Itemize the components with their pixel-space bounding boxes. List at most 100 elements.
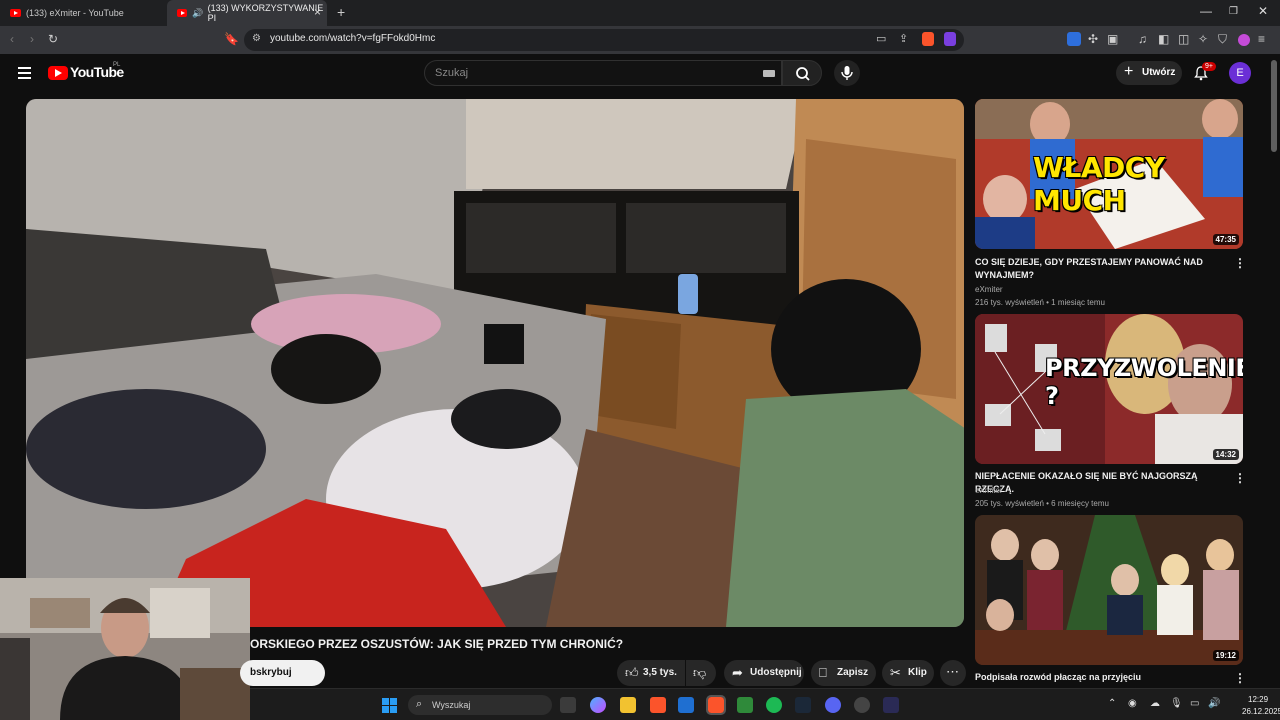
file-explorer-icon[interactable]	[620, 697, 636, 713]
clip-button[interactable]: ✂ Klip	[882, 660, 934, 686]
leo-ai-icon[interactable]: ✧	[1198, 32, 1208, 46]
youtube-favicon-icon	[10, 9, 21, 17]
windows-start-icon[interactable]	[382, 698, 397, 713]
vpn-icon[interactable]: ⛉	[1218, 32, 1227, 46]
new-tab-button[interactable]: +	[337, 4, 345, 20]
recommendation-thumbnail[interactable]: 19:12	[975, 515, 1243, 665]
search-input[interactable]: Szukaj	[435, 67, 468, 79]
taskbar-search-box[interactable]: ⌕ Wyszukaj	[408, 695, 552, 715]
browser-toolbar: ‹ › ↻ 🔖 ⚙ youtube.com/watch?v=fgFFokd0Hm…	[0, 26, 1280, 54]
thumbnail-caption: PRZYZWOLENIE ?	[1045, 354, 1243, 410]
brave-shield-icon[interactable]	[922, 32, 934, 46]
sidebar-icon[interactable]: ◧	[1158, 32, 1169, 46]
subscribe-button[interactable]: bskrybuj	[240, 660, 325, 686]
keyboard-icon[interactable]	[763, 70, 775, 77]
microphone-icon	[841, 66, 853, 80]
youtube-favicon-icon	[177, 9, 188, 17]
obs-icon[interactable]	[854, 697, 870, 713]
app-icon[interactable]	[883, 697, 899, 713]
notification-count-badge: 9+	[1202, 62, 1216, 71]
tray-network-icon[interactable]: ☁	[1150, 698, 1160, 709]
store-icon[interactable]	[678, 697, 694, 713]
browser-tab-current[interactable]: 🔊 (133) WYKORZYSTYWANIE PI ×	[167, 0, 327, 26]
app-icon[interactable]	[737, 697, 753, 713]
search-box[interactable]: Szukaj	[424, 60, 782, 86]
extension-icon[interactable]	[1067, 32, 1081, 46]
menu-icon[interactable]: ≡	[1258, 32, 1265, 46]
video-duration: 14:32	[1212, 449, 1239, 460]
media-icon[interactable]: ♫	[1138, 32, 1147, 46]
brave-rewards-icon[interactable]	[944, 32, 956, 46]
steam-icon[interactable]	[795, 697, 811, 713]
create-button[interactable]: + Utwórz	[1116, 61, 1182, 85]
tab-label: (133) eXmiter - YouTube	[26, 8, 124, 18]
cast-icon[interactable]: ▭	[876, 32, 886, 45]
create-label: Utwórz	[1142, 67, 1176, 78]
address-bar[interactable]: ⚙ youtube.com/watch?v=fgFFokd0Hmc ▭ ⇪	[244, 29, 964, 51]
forward-icon[interactable]: ›	[30, 32, 34, 46]
extensions-puzzle-icon[interactable]: ✣	[1088, 32, 1098, 46]
recommendation-thumbnail[interactable]: WŁADCY MUCH 47:35	[975, 99, 1243, 249]
spotify-icon[interactable]	[766, 697, 782, 713]
restore-icon[interactable]: ❐	[1229, 6, 1238, 17]
search-icon	[796, 67, 810, 81]
close-window-icon[interactable]: ✕	[1258, 4, 1268, 18]
like-count: 3,5 tys.	[643, 667, 677, 678]
dislike-button[interactable]: 👎︎	[686, 660, 716, 686]
video-player[interactable]	[26, 99, 964, 627]
like-button[interactable]: 👍︎ 3,5 tys.	[617, 660, 685, 686]
youtube-logo-icon[interactable]	[48, 66, 68, 80]
video-duration: 19:12	[1212, 650, 1239, 661]
share-button[interactable]: ➦ Udostępnij	[724, 660, 804, 686]
reload-icon[interactable]: ↻	[48, 32, 58, 46]
profile-icon[interactable]	[1238, 34, 1250, 46]
close-tab-icon[interactable]: ×	[314, 5, 321, 19]
save-bookmark-icon: ⎕	[819, 665, 827, 680]
taskbar-search-placeholder: Wyszukaj	[432, 700, 471, 710]
browser-tab-exmiter[interactable]: (133) eXmiter - YouTube	[0, 0, 166, 26]
recommendation-channel[interactable]: eXmiter	[975, 285, 1003, 294]
tray-volume-icon[interactable]: 🔊	[1208, 698, 1220, 709]
account-avatar[interactable]: E	[1229, 62, 1251, 84]
page-scrollbar[interactable]	[1271, 60, 1277, 152]
task-view-icon[interactable]	[560, 697, 576, 713]
wallet-icon[interactable]: ◫	[1178, 32, 1189, 46]
brave-browser-icon[interactable]	[650, 697, 666, 713]
discord-icon[interactable]	[825, 697, 841, 713]
more-dots-icon: ⋯	[946, 664, 959, 679]
tray-display-icon[interactable]: ▭	[1190, 698, 1199, 709]
webcam-frame	[0, 578, 250, 720]
copilot-icon[interactable]	[590, 697, 606, 713]
brave-active-icon[interactable]	[706, 695, 726, 715]
recommendation-thumbnail[interactable]: PRZYZWOLENIE ? 14:32	[975, 314, 1243, 464]
back-icon[interactable]: ‹	[10, 32, 14, 46]
recommendation-title[interactable]: NIEPŁACENIE OKAZAŁO SIĘ NIE BYĆ NAJGORSZ…	[975, 470, 1230, 496]
tray-overflow-icon[interactable]: ⌃	[1108, 698, 1116, 709]
search-button[interactable]	[782, 60, 822, 86]
more-actions-button[interactable]: ⋯	[940, 660, 966, 686]
recommendation-title[interactable]: Podpisała rozwód płacząc na przyjęciu	[975, 671, 1230, 684]
share-page-icon[interactable]: ⇪	[899, 32, 908, 45]
minimize-icon[interactable]: —	[1200, 4, 1212, 18]
recommendation-meta: 205 tys. wyświetleń • 6 miesięcy temu	[975, 499, 1109, 508]
tab-label: (133) WYKORZYSTYWANIE PI	[207, 3, 324, 23]
recommendation-channel[interactable]: eXmiter	[975, 486, 1003, 495]
recommendation-menu-icon[interactable]: ⋮	[1234, 671, 1246, 685]
voice-search-button[interactable]	[834, 60, 860, 86]
recommendation-menu-icon[interactable]: ⋮	[1234, 256, 1246, 270]
bookmark-icon[interactable]: 🔖	[224, 32, 239, 46]
tray-app-icon[interactable]: ◉	[1128, 698, 1137, 709]
tab-manager-icon[interactable]: ▣	[1107, 32, 1118, 46]
url-text[interactable]: youtube.com/watch?v=fgFFokd0Hmc	[270, 33, 435, 44]
recommendation-menu-icon[interactable]: ⋮	[1234, 471, 1246, 485]
tray-mic-icon[interactable]: 🎙	[1170, 698, 1183, 709]
recommendation-title[interactable]: CO SIĘ DZIEJE, GDY PRZESTAJEMY PANOWAĆ N…	[975, 256, 1230, 282]
taskbar-clock-date[interactable]: 26.12.2025	[1242, 707, 1280, 716]
site-info-icon[interactable]: ⚙	[252, 33, 261, 44]
taskbar-clock-time[interactable]: 12:29	[1248, 695, 1268, 704]
video-title: ORSKIEGO PRZEZ OSZUSTÓW: JAK SIĘ PRZED T…	[250, 637, 624, 651]
share-icon: ➦	[732, 665, 743, 680]
region-code: PL	[113, 62, 121, 68]
hamburger-menu-icon[interactable]	[18, 67, 31, 82]
save-button[interactable]: ⎕ Zapisz	[811, 660, 876, 686]
